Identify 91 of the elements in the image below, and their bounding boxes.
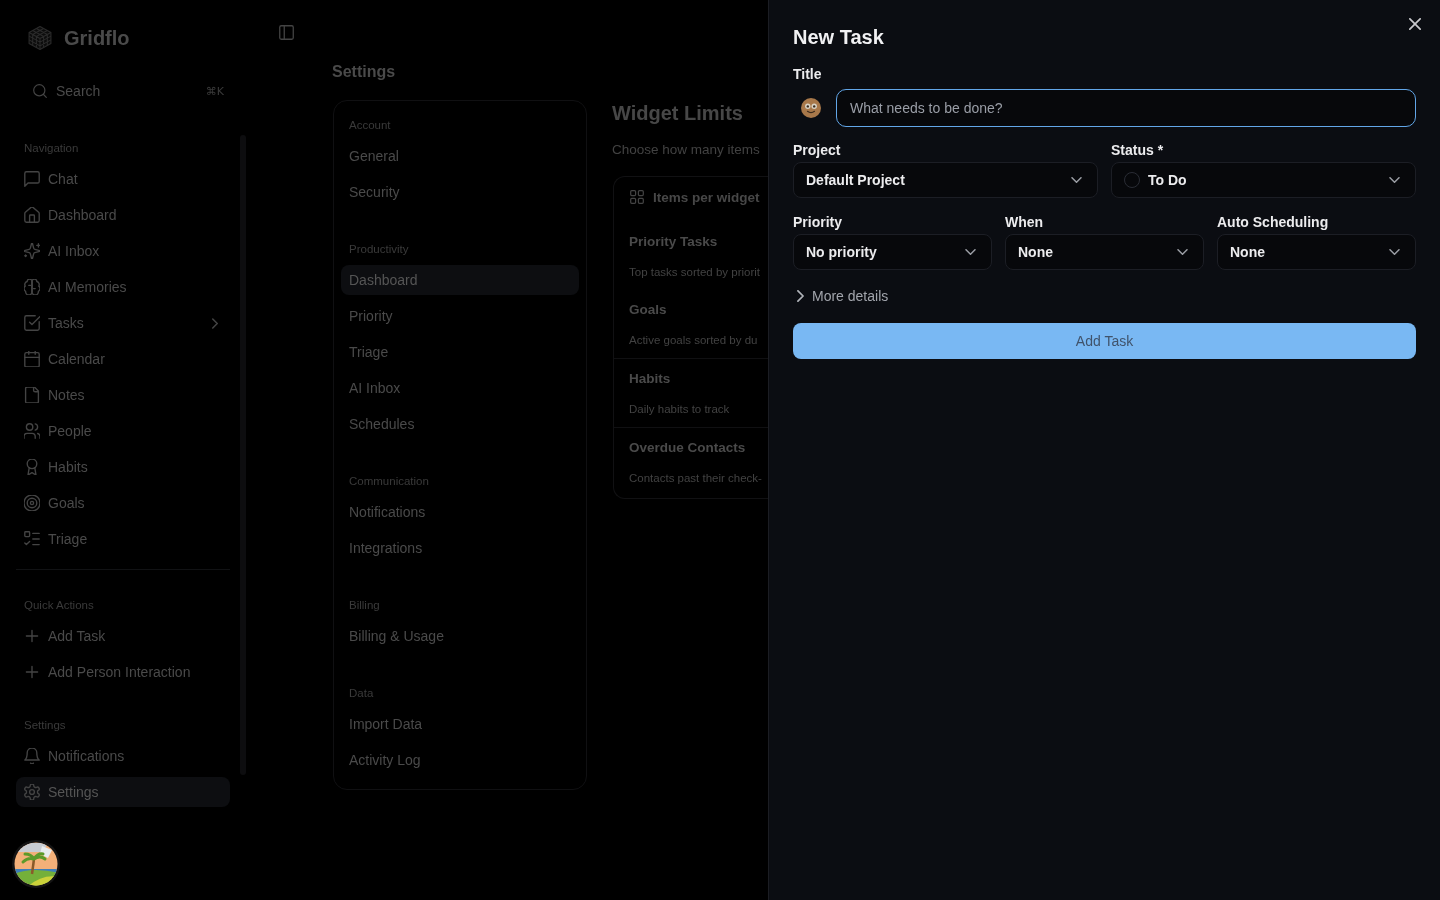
- widget-name: Habits: [629, 370, 672, 388]
- card-title: Items per widget: [653, 189, 760, 205]
- add-task-button[interactable]: Add Task: [793, 323, 1416, 359]
- speech-bubble-icon: [24, 171, 40, 187]
- nav-item[interactable]: Notes: [16, 380, 230, 410]
- settings-nav-item[interactable]: General: [341, 141, 579, 171]
- section-label: Communication: [348, 474, 430, 489]
- checklist-icon: [24, 531, 40, 547]
- people-icon: [24, 423, 40, 439]
- settings-nav-item[interactable]: Notifications: [341, 497, 579, 527]
- quick-action-item[interactable]: Add Person Interaction: [16, 657, 230, 687]
- nav-item[interactable]: Settings: [16, 777, 230, 807]
- section-label: Productivity: [348, 242, 410, 257]
- settings-nav-item[interactable]: Activity Log: [341, 745, 579, 775]
- sparkles-icon: [24, 243, 40, 259]
- section-description: Choose how many items: [612, 141, 761, 159]
- chevron-down-icon: [1389, 249, 1400, 255]
- brand-name: Gridflo: [64, 26, 130, 50]
- field-label: When: [1005, 213, 1045, 232]
- settings-nav-item[interactable]: Integrations: [341, 533, 579, 563]
- page-title: Settings: [332, 62, 397, 82]
- section-title: Widget Limits: [612, 101, 744, 126]
- settings-nav-item[interactable]: AI Inbox: [341, 373, 579, 403]
- settings-nav-item[interactable]: Billing & Usage: [341, 621, 579, 651]
- settings-icon: [24, 784, 40, 800]
- nav-item[interactable]: Habits: [16, 452, 230, 482]
- field-label: Priority: [793, 213, 843, 232]
- more-details-toggle[interactable]: More details: [793, 286, 889, 306]
- settings-nav-item[interactable]: Triage: [341, 337, 579, 367]
- plus-icon: [24, 628, 40, 644]
- nav-item[interactable]: People: [16, 416, 230, 446]
- nav-item[interactable]: Dashboard: [16, 200, 230, 230]
- status-circle-icon: [1124, 172, 1140, 188]
- section-label: Billing: [348, 598, 381, 613]
- widget-description: Top tasks sorted by priorit: [629, 265, 762, 280]
- bell-icon: [24, 748, 40, 764]
- dropdown[interactable]: To Do: [1111, 162, 1416, 198]
- field-label: Auto Scheduling: [1217, 213, 1330, 232]
- dropdown[interactable]: Default Project: [793, 162, 1098, 198]
- field-label: Title: [793, 65, 823, 84]
- dropdown[interactable]: None: [1217, 234, 1416, 270]
- cube-logo-icon: [28, 26, 52, 50]
- widget-name: Priority Tasks: [629, 233, 719, 251]
- settings-nav-item[interactable]: Dashboard: [341, 265, 579, 295]
- close-icon[interactable]: [1409, 18, 1421, 30]
- chevron-down-icon: [1071, 177, 1082, 183]
- settings-nav-item[interactable]: Security: [341, 177, 579, 207]
- widget-description: Daily habits to track: [629, 402, 731, 417]
- calendar-icon: [24, 351, 40, 367]
- dropdown[interactable]: No priority: [793, 234, 992, 270]
- chevron-down-icon: [1177, 249, 1188, 255]
- section-label: Account: [348, 118, 392, 133]
- section-label: Quick Actions: [23, 598, 95, 613]
- brain-icon: [24, 279, 40, 295]
- section-label: Data: [348, 686, 375, 701]
- quick-action-item[interactable]: Add Task: [16, 621, 230, 651]
- widget-description: Contacts past their check-: [629, 471, 763, 486]
- panel-title: New Task: [793, 25, 884, 50]
- widget-name: Goals: [629, 301, 668, 319]
- chevron-down-icon: [1389, 177, 1400, 183]
- nav-item[interactable]: Goals: [16, 488, 230, 518]
- chevron-right-icon: [212, 317, 218, 329]
- document-icon: [24, 387, 40, 403]
- field-label: Project: [793, 141, 842, 160]
- face-emoji-icon[interactable]: [801, 98, 821, 118]
- checkbox-icon: [24, 315, 40, 331]
- settings-nav-item[interactable]: Schedules: [341, 409, 579, 439]
- settings-nav-item[interactable]: Priority: [341, 301, 579, 331]
- widget-name: Overdue Contacts: [629, 439, 747, 457]
- nav-item[interactable]: Chat: [16, 164, 230, 194]
- nav-item[interactable]: AI Memories: [16, 272, 230, 302]
- nav-item[interactable]: AI Inbox: [16, 236, 230, 266]
- target-icon: [24, 495, 40, 511]
- nav-item[interactable]: Triage: [16, 524, 230, 554]
- search-icon: [33, 84, 47, 98]
- section-label: Settings: [23, 718, 67, 733]
- field-label: Status *: [1111, 141, 1165, 160]
- nav-item[interactable]: Tasks: [16, 308, 230, 338]
- settings-nav-item[interactable]: Import Data: [341, 709, 579, 739]
- section-label: Navigation: [23, 141, 80, 156]
- avatar-icon[interactable]: [12, 840, 60, 888]
- medal-icon: [24, 459, 40, 475]
- nav-item[interactable]: Notifications: [16, 741, 230, 771]
- title-input[interactable]: What needs to be done?: [836, 89, 1416, 127]
- dropdown[interactable]: None: [1005, 234, 1204, 270]
- widget-description: Active goals sorted by du: [629, 333, 759, 348]
- grid-icon: [630, 190, 644, 204]
- plus-icon: [24, 664, 40, 680]
- chevron-down-icon: [965, 249, 976, 255]
- house-icon: [24, 207, 40, 223]
- nav-item[interactable]: Calendar: [16, 344, 230, 374]
